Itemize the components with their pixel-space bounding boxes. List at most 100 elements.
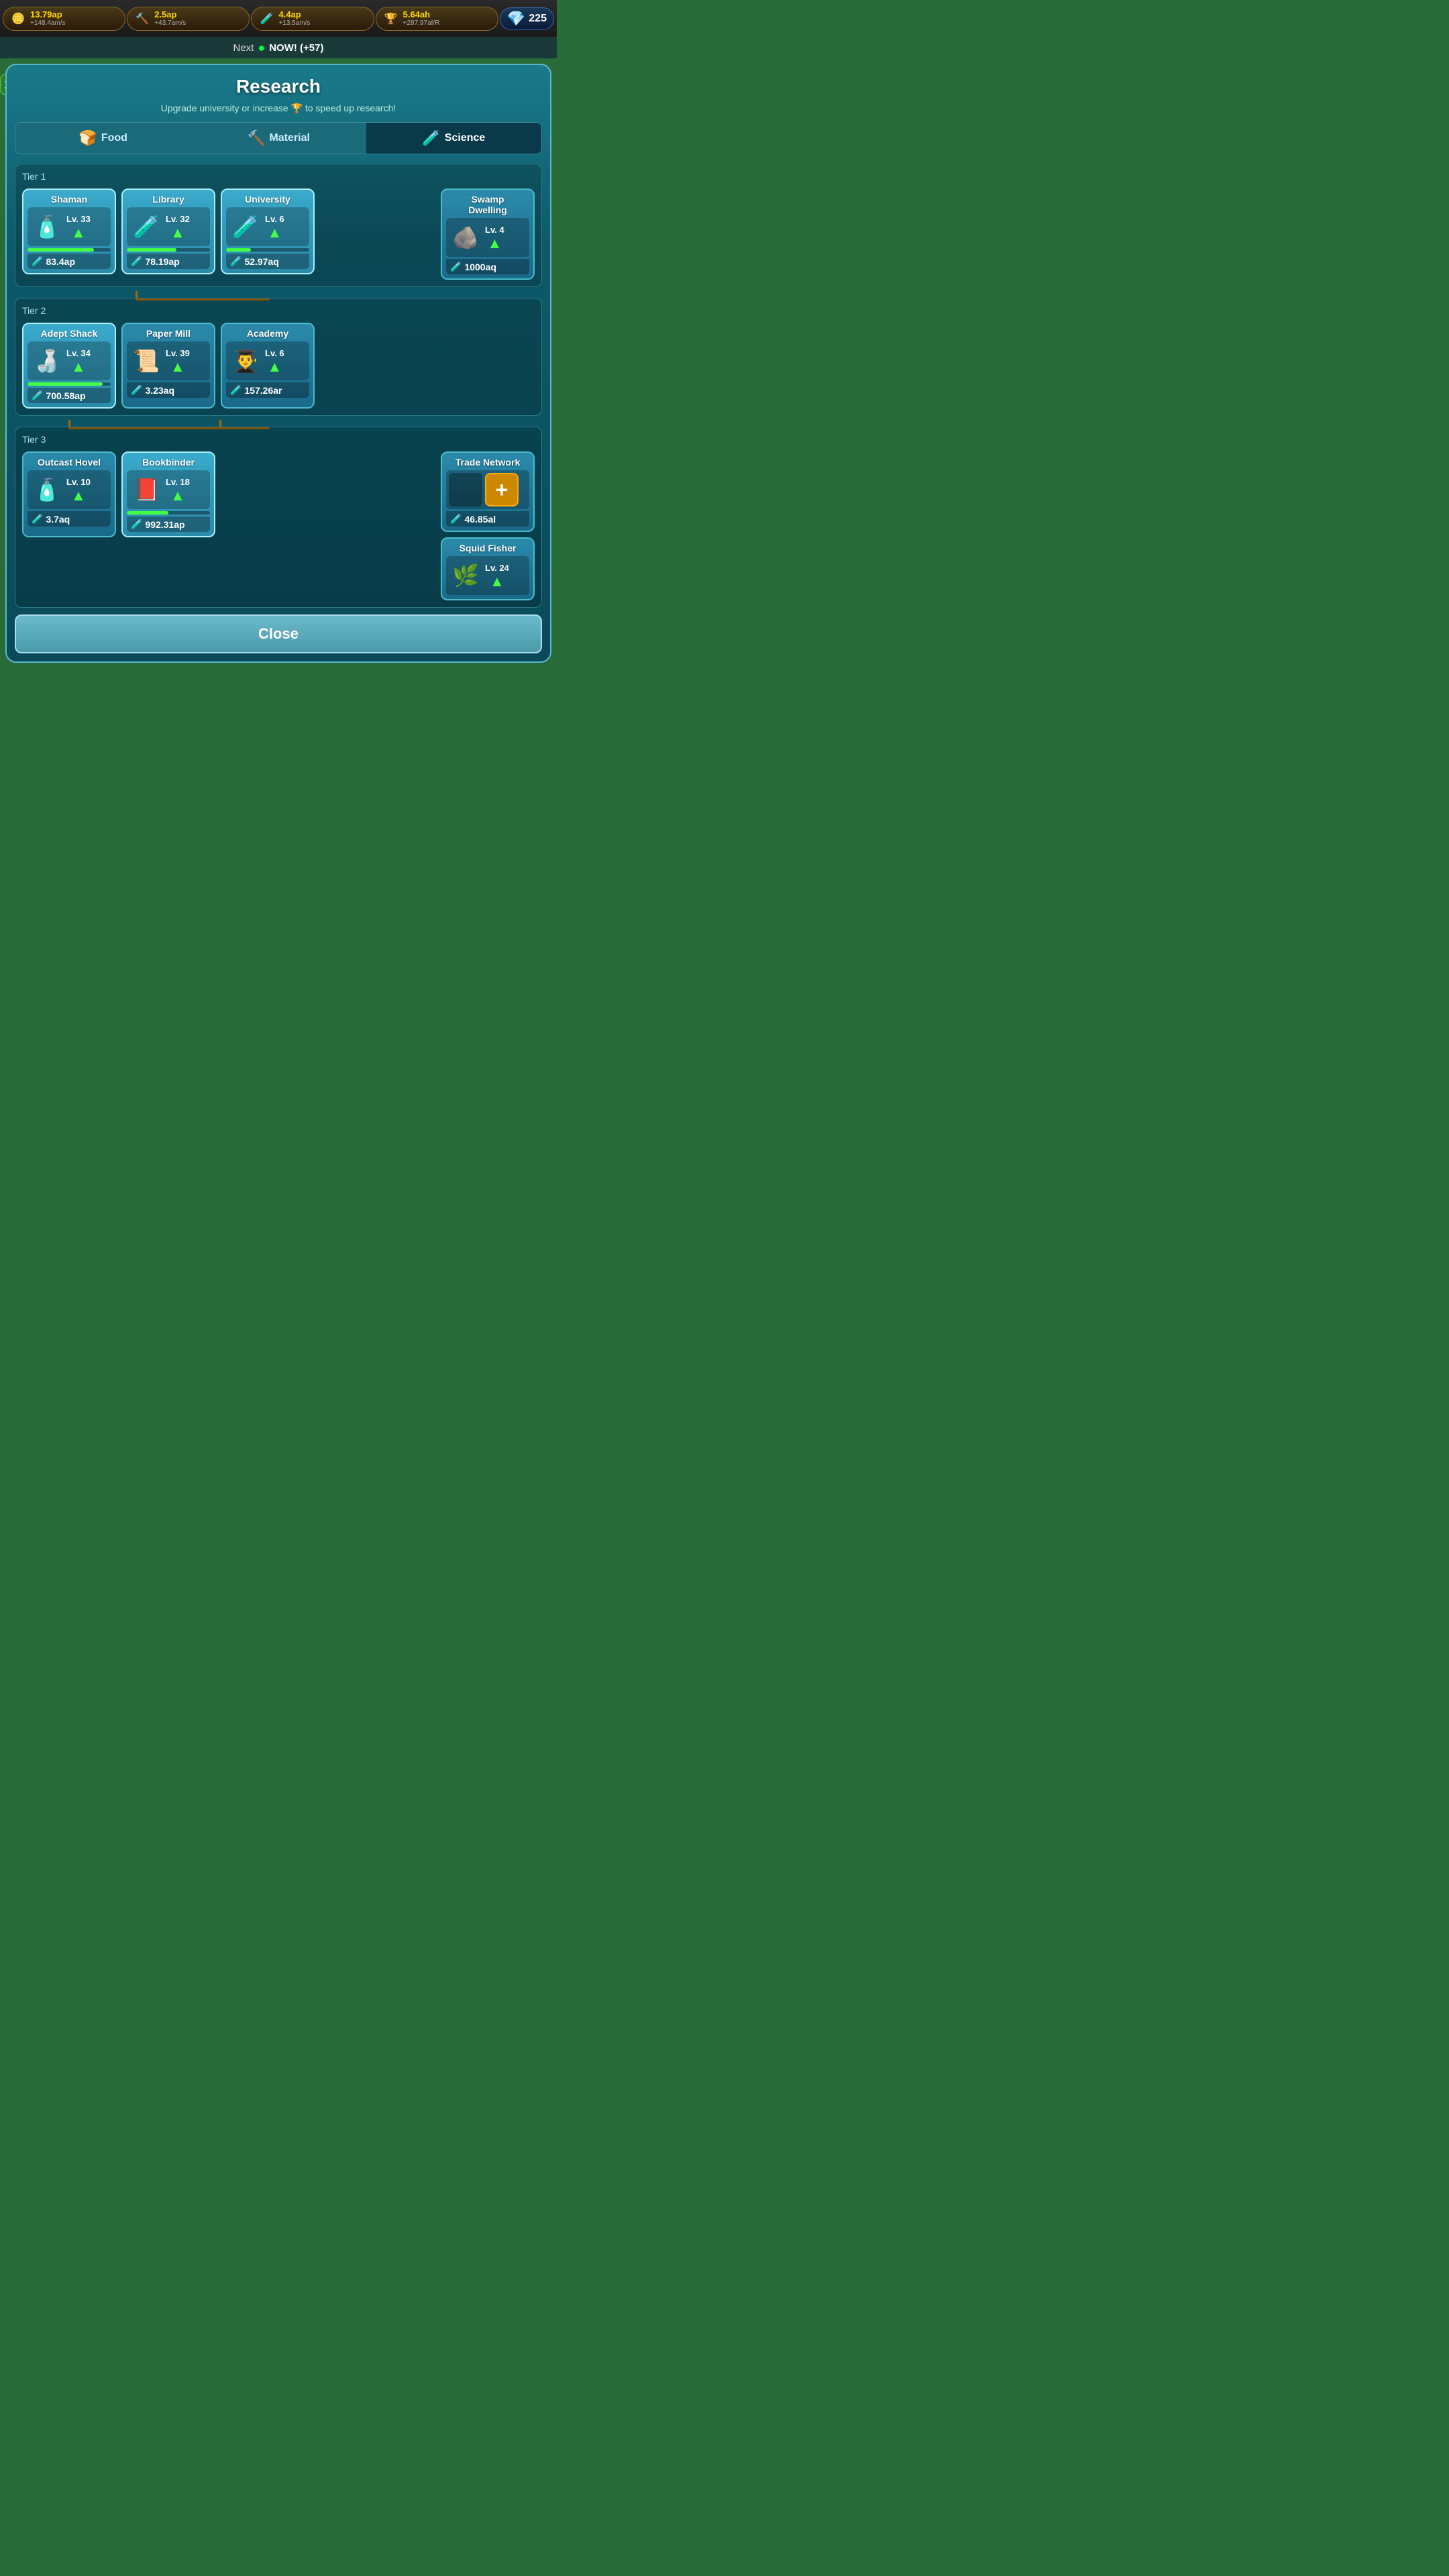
library-title: Library xyxy=(127,194,210,205)
adept-shack-icon: 🍶 xyxy=(30,344,64,378)
adept-shack-level: Lv. 34 xyxy=(66,348,91,358)
bookbinder-title: Bookbinder xyxy=(127,457,210,468)
swamp-dwelling-card[interactable]: SwampDwelling 🪨 Lv. 4 ▲ 🧪 1000aq xyxy=(441,189,535,280)
outcast-hovel-card[interactable]: Outcast Hovel 🧴 Lv. 10 ▲ 🧪 3.7aq xyxy=(22,451,116,537)
shaman-card[interactable]: Shaman 🧴 Lv. 33 ▲ 🧪 83.4ap xyxy=(22,189,116,274)
tab-material[interactable]: 🔨 Material xyxy=(191,123,366,154)
bookbinder-icon: 📕 xyxy=(129,473,163,506)
tier3-layout: Outcast Hovel 🧴 Lv. 10 ▲ 🧪 3.7aq Boo xyxy=(22,451,535,600)
tier1-label: Tier 1 xyxy=(22,171,535,182)
academy-cost-icon: 🧪 xyxy=(230,384,241,396)
paper-cost-icon: 🧪 xyxy=(131,384,142,396)
research-modal: Research Upgrade university or increase … xyxy=(5,64,551,663)
tier2-cards: Adept Shack 🍶 Lv. 34 ▲ 🧪 700.58ap Paper … xyxy=(22,323,535,409)
university-upgrade-arrow: ▲ xyxy=(267,225,282,240)
university-icon: 🧪 xyxy=(229,210,262,244)
science-tab-label: Science xyxy=(445,132,485,144)
swamp-cost: 1000aq xyxy=(464,262,496,272)
bookbinder-card[interactable]: Bookbinder 📕 Lv. 18 ▲ 🧪 992.31ap xyxy=(121,451,215,537)
trade-cost-icon: 🧪 xyxy=(450,513,462,525)
academy-card[interactable]: Academy 👨‍🎓 Lv. 6 ▲ 🧪 157.26ar xyxy=(221,323,315,409)
trophy-icon: 🏆 xyxy=(382,9,400,28)
shaman-cost-icon: 🧪 xyxy=(32,256,43,267)
library-level: Lv. 32 xyxy=(166,214,190,224)
shaman-title: Shaman xyxy=(28,194,111,205)
bookbinder-cost: 992.31ap xyxy=(145,519,184,530)
flask-icon: 🧪 xyxy=(257,9,276,28)
academy-cost: 157.26ar xyxy=(244,385,282,396)
squid-fisher-title: Squid Fisher xyxy=(446,543,529,553)
gems-resource: 💎 225 xyxy=(500,7,554,30)
swamp-dwelling-icon: 🪨 xyxy=(449,221,482,254)
shaman-icon: 🧴 xyxy=(30,210,64,244)
shaman-upgrade-arrow: ▲ xyxy=(71,225,86,240)
adept-shack-title: Adept Shack xyxy=(28,328,111,339)
adept-shack-card[interactable]: Adept Shack 🍶 Lv. 34 ▲ 🧪 700.58ap xyxy=(22,323,116,409)
outcast-hovel-title: Outcast Hovel xyxy=(28,457,111,468)
paper-mill-level: Lv. 39 xyxy=(166,348,190,358)
academy-level: Lv. 6 xyxy=(265,348,284,358)
swamp-dwelling-title: SwampDwelling xyxy=(446,194,529,215)
hammer-sub: +43.7am/s xyxy=(154,19,186,27)
next-label: Next xyxy=(233,42,254,54)
squid-fisher-icon: 🌿 xyxy=(449,559,482,592)
adept-cost: 700.58ap xyxy=(46,390,85,401)
academy-icon: 👨‍🎓 xyxy=(229,344,262,378)
adept-cost-icon: 🧪 xyxy=(32,390,43,401)
academy-arrow: ▲ xyxy=(267,360,282,374)
tier3-section: Tier 3 Outcast Hovel 🧴 Lv. 10 ▲ 🧪 3.7 xyxy=(15,427,542,608)
trade-cost: 46.85al xyxy=(464,514,496,525)
gold-resource: 🪙 13.79ap +148.4am/s xyxy=(3,7,125,31)
library-icon: 🧪 xyxy=(129,210,163,244)
academy-title: Academy xyxy=(226,328,309,339)
tier3-right: Trade Network + 🧪 46.85al Squid Fisher 🌿 xyxy=(441,451,535,600)
trophy-sub: +287.97af/R xyxy=(403,19,440,27)
trade-network-plus-button[interactable]: + xyxy=(485,473,519,506)
tier2-label: Tier 2 xyxy=(22,305,535,316)
flask-sub: +13.5am/s xyxy=(278,19,310,27)
outcast-hovel-arrow: ▲ xyxy=(71,488,86,503)
paper-cost: 3.23aq xyxy=(145,385,174,396)
trade-network-card[interactable]: Trade Network + 🧪 46.85al xyxy=(441,451,535,532)
close-button[interactable]: Close xyxy=(15,614,542,653)
science-tab-icon: 🧪 xyxy=(422,129,440,147)
research-tabs: 🍞 Food 🔨 Material 🧪 Science xyxy=(15,122,542,154)
gold-sub: +148.4am/s xyxy=(30,19,66,27)
hammer-main: 2.5ap xyxy=(154,10,186,19)
flask-main: 4.4ap xyxy=(278,10,310,19)
university-title: University xyxy=(226,194,309,205)
library-card[interactable]: Library 🧪 Lv. 32 ▲ 🧪 78.19ap xyxy=(121,189,215,274)
swamp-cost-icon: 🧪 xyxy=(450,261,462,272)
library-upgrade-arrow: ▲ xyxy=(170,225,185,240)
trophy-main: 5.64ah xyxy=(403,10,440,19)
paper-mill-card[interactable]: Paper Mill 📜 Lv. 39 ▲ 🧪 3.23aq xyxy=(121,323,215,409)
squid-fisher-card[interactable]: Squid Fisher 🌿 Lv. 24 ▲ xyxy=(441,537,535,600)
bookbinder-arrow: ▲ xyxy=(170,488,185,503)
library-cost: 78.19ap xyxy=(145,256,179,267)
squid-fisher-arrow: ▲ xyxy=(490,574,504,589)
squid-fisher-level: Lv. 24 xyxy=(485,563,509,573)
modal-subtitle: Upgrade university or increase 🏆 to spee… xyxy=(15,103,542,114)
outcast-cost: 3.7aq xyxy=(46,514,70,525)
paper-mill-arrow: ▲ xyxy=(170,360,185,374)
food-tab-label: Food xyxy=(101,132,127,144)
tier2-section: Tier 2 Adept Shack 🍶 Lv. 34 ▲ 🧪 700.58ap xyxy=(15,298,542,416)
gold-icon: 🪙 xyxy=(9,9,28,28)
gem-icon: 💎 xyxy=(507,10,525,28)
library-cost-icon: 🧪 xyxy=(131,256,142,267)
outcast-hovel-icon: 🧴 xyxy=(30,473,64,506)
tab-science[interactable]: 🧪 Science xyxy=(366,123,541,154)
flask-resource: 🧪 4.4ap +13.5am/s xyxy=(251,7,374,31)
trade-network-title: Trade Network xyxy=(446,457,529,468)
food-tab-icon: 🍞 xyxy=(78,129,97,147)
tier1-section: Tier 1 Shaman 🧴 Lv. 33 ▲ 🧪 83.4ap xyxy=(15,164,542,287)
shaman-cost: 83.4ap xyxy=(46,256,75,267)
hammer-resource: 🔨 2.5ap +43.7am/s xyxy=(127,7,250,31)
university-card[interactable]: University 🧪 Lv. 6 ▲ 🧪 52.97aq xyxy=(221,189,315,274)
hammer-icon: 🔨 xyxy=(133,9,152,28)
trophy-resource: 🏆 5.64ah +287.97af/R xyxy=(376,7,498,31)
university-cost: 52.97aq xyxy=(244,256,278,267)
bookbinder-cost-icon: 🧪 xyxy=(131,519,142,530)
tab-food[interactable]: 🍞 Food xyxy=(15,123,191,154)
outcast-cost-icon: 🧪 xyxy=(32,513,43,525)
